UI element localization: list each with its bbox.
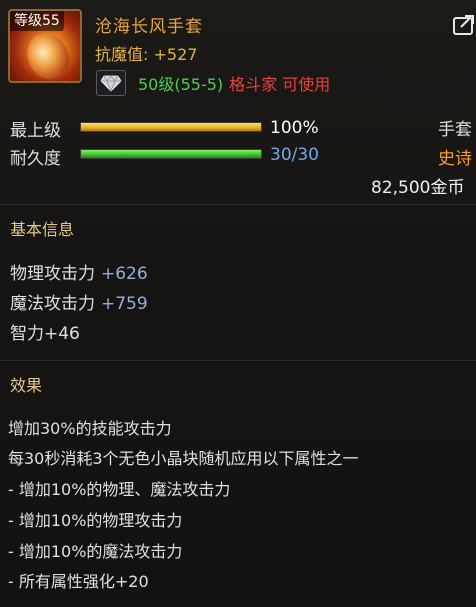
item-price: 82,500金币	[371, 178, 465, 198]
diamond-icon	[96, 70, 126, 96]
anti-magic-value: 抗魔值: +527	[95, 45, 198, 64]
attribute-value: +626	[101, 264, 148, 284]
gauntlet-icon[interactable]: 等级55	[8, 9, 82, 83]
durability-value: 30/30	[270, 145, 319, 165]
attribute-label: 智力+46	[10, 324, 80, 344]
durability-bar-fill	[81, 150, 261, 158]
item-type: 手套	[438, 120, 472, 140]
attribute-row: 魔法攻击力 +759	[10, 289, 148, 314]
attribute-row: 物理攻击力 +626	[10, 259, 148, 284]
effect-line: 每30秒消耗3个无色小晶块随机应用以下属性之一	[8, 449, 359, 468]
effect-line: - 增加10%的魔法攻击力	[8, 542, 183, 561]
effect-line: - 增加10%的物理攻击力	[8, 511, 183, 530]
attribute-label: 物理攻击力	[10, 264, 95, 284]
effects-title: 效果	[10, 376, 43, 395]
effect-line: 增加30%的技能攻击力	[8, 419, 172, 438]
durability-label: 耐久度	[10, 149, 61, 169]
grade-bar-fill	[81, 123, 261, 131]
item-rarity: 史诗	[438, 149, 472, 169]
requirement-row: 50级(55-5) 格斗家 可使用	[96, 69, 330, 97]
grade-bar	[80, 122, 262, 132]
basic-info-title: 基本信息	[10, 220, 75, 239]
share-icon[interactable]	[452, 14, 476, 38]
effect-line: - 所有属性强化+20	[8, 572, 149, 591]
grade-label: 最上级	[10, 121, 61, 141]
divider	[0, 204, 476, 205]
grade-value: 100%	[270, 118, 319, 138]
attribute-row: 智力+46	[10, 319, 80, 344]
item-name: 沧海长风手套	[95, 17, 203, 37]
attribute-value: +759	[101, 294, 148, 314]
durability-bar	[80, 149, 262, 159]
required-level: 50级(55-5)	[138, 75, 224, 94]
divider	[0, 360, 476, 361]
required-class: 格斗家 可使用	[229, 75, 331, 94]
item-tooltip: 等级55 沧海长风手套 抗魔值: +527 50级(55-5) 格斗家 可使用 …	[0, 0, 476, 607]
attribute-label: 魔法攻击力	[10, 294, 95, 314]
effect-line: - 增加10%的物理、魔法攻击力	[8, 480, 231, 499]
item-level-tag: 等级55	[10, 11, 64, 31]
